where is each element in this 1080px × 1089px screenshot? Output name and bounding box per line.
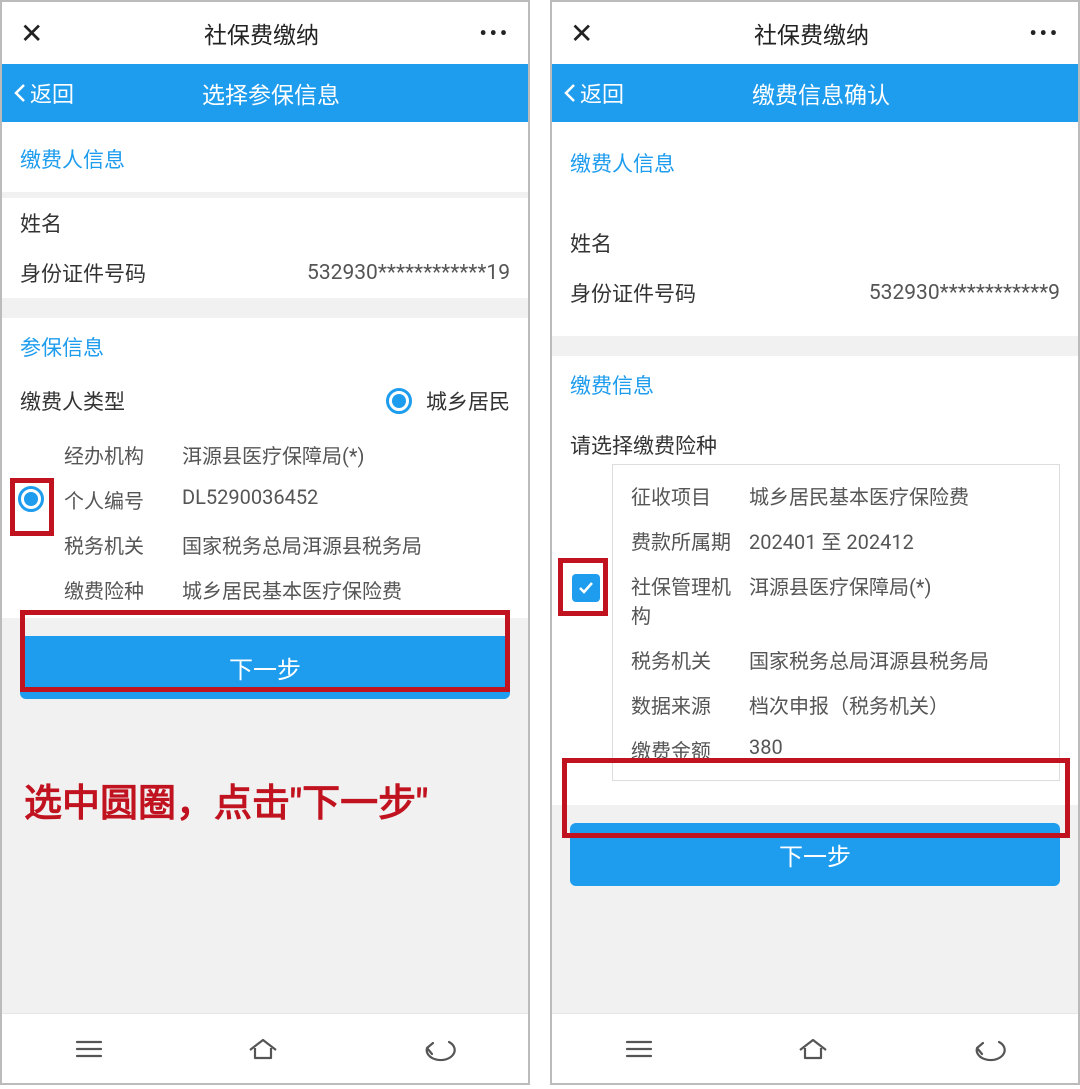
field-name-label: 姓名 [570,228,710,258]
section-payer-header: 缴费人信息 [2,122,528,192]
window-title: 社保费缴纳 [754,16,869,50]
back-icon[interactable] [419,1034,459,1064]
tax-auth-label: 税务机关 [64,530,182,559]
page-header: 返回 选择参保信息 [2,64,528,122]
select-ins-type-label: 请选择缴费险种 [570,430,717,460]
page-title: 缴费信息确认 [574,76,1068,110]
payer-type-value: 城乡居民 [426,386,510,416]
field-id-label: 身份证件号码 [20,258,160,288]
home-icon[interactable] [796,1034,830,1064]
annotation-text: 选中圆圈，点击"下一步" [24,772,428,827]
period-label: 费款所属期 [631,526,749,555]
ins-type-value: 城乡居民基本医疗保险费 [182,575,492,604]
section-fee-header: 缴费信息 [552,356,1078,414]
menu-icon[interactable] [71,1034,107,1064]
field-id-value: 532930************19 [160,261,510,285]
section-insurance-header: 参保信息 [2,318,528,376]
payer-type-label: 缴费人类型 [20,386,160,416]
back-icon[interactable] [969,1034,1009,1064]
section-payer-header: 缴费人信息 [552,122,1078,200]
right-phone-screen: ✕ 社保费缴纳 ••• 返回 缴费信息确认 缴费人信息 姓名 身份证件号码 53… [550,0,1080,1085]
radio-urban-rural[interactable] [386,388,412,414]
close-icon[interactable]: ✕ [20,17,43,50]
annotation-highlight-radio [10,478,54,536]
personal-id-label: 个人编号 [64,485,182,514]
window-titlebar: ✕ 社保费缴纳 ••• [552,2,1078,64]
field-id-label: 身份证件号码 [570,278,710,308]
page-header: 返回 缴费信息确认 [552,64,1078,122]
close-icon[interactable]: ✕ [570,17,593,50]
more-icon[interactable]: ••• [479,21,510,45]
field-id-value: 532930************9 [710,281,1060,305]
org-label: 经办机构 [64,440,182,469]
annotation-highlight-next [20,610,510,692]
ins-type-label: 缴费险种 [64,575,182,604]
tax-auth-value: 国家税务总局洱源县税务局 [182,530,492,559]
insurance-card: 缴费人类型 城乡居民 经办机构 洱源县医疗保障局(*) 个人编号 DL52900… [2,376,528,618]
android-navbar [552,1013,1078,1083]
mgmt-label: 社保管理机构 [631,571,749,629]
tax-auth-label: 税务机关 [631,645,749,674]
org-value: 洱源县医疗保障局(*) [182,440,492,469]
collect-item-label: 征收项目 [631,481,749,510]
source-value: 档次申报（税务机关） [749,690,1041,719]
more-icon[interactable]: ••• [1029,21,1060,45]
page-title: 选择参保信息 [24,76,518,110]
source-label: 数据来源 [631,690,749,719]
window-title: 社保费缴纳 [204,16,319,50]
payer-info-card: 姓名 身份证件号码 532930************9 [552,200,1078,336]
window-titlebar: ✕ 社保费缴纳 ••• [2,2,528,64]
annotation-highlight-next [562,758,1070,838]
android-navbar [2,1013,528,1083]
field-name-label: 姓名 [20,208,160,238]
mgmt-value: 洱源县医疗保障局(*) [749,571,1041,629]
fee-card: 请选择缴费险种 征收项目 城乡居民基本医疗保险费 费款所属期 202401 至 … [552,414,1078,805]
period-value: 202401 至 202412 [749,526,1041,555]
personal-id-value: DL5290036452 [182,485,492,514]
home-icon[interactable] [246,1034,280,1064]
tax-auth-value: 国家税务总局洱源县税务局 [749,645,1041,674]
menu-icon[interactable] [621,1034,657,1064]
collect-item-value: 城乡居民基本医疗保险费 [749,481,1041,510]
left-phone-screen: ✕ 社保费缴纳 ••• 返回 选择参保信息 缴费人信息 姓名 身份证件号码 53… [0,0,530,1085]
annotation-highlight-checkbox [558,558,608,616]
payer-info-card: 姓名 身份证件号码 532930************19 [2,198,528,298]
fee-detail-card: 征收项目 城乡居民基本医疗保险费 费款所属期 202401 至 202412 社… [612,464,1060,781]
